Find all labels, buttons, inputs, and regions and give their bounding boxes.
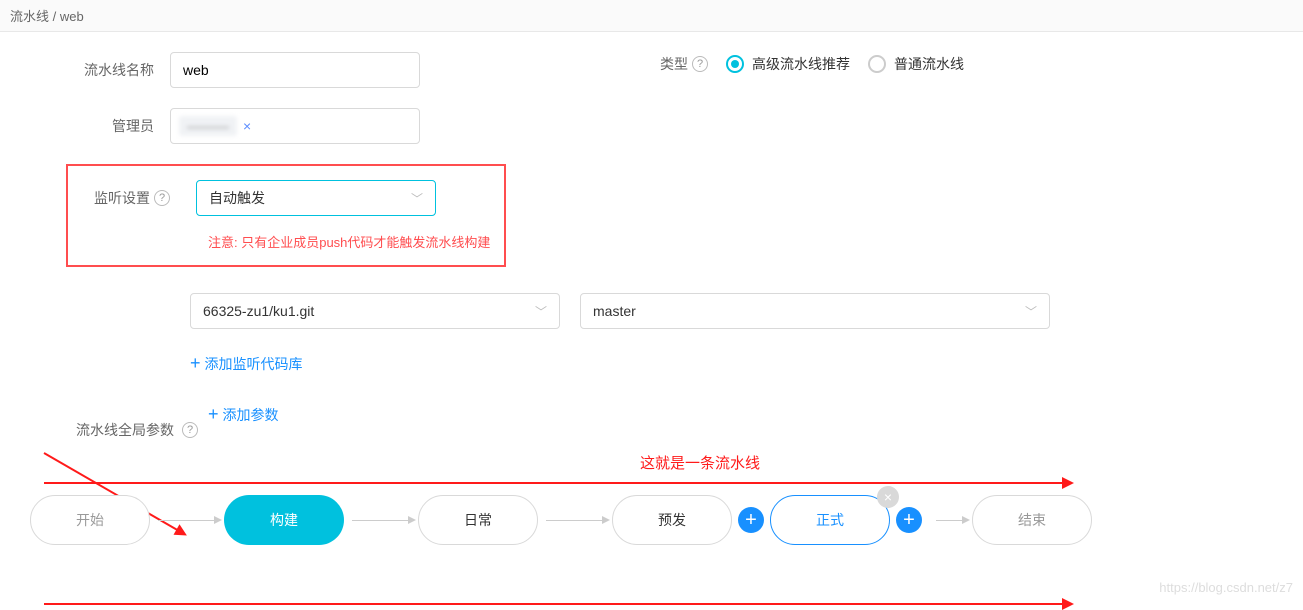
add-repo-link[interactable]: + 添加监听代码库 <box>190 353 303 374</box>
radio-icon-unselected <box>868 55 886 73</box>
watermark: https://blog.csdn.net/z7 <box>1159 580 1293 595</box>
breadcrumb-sep: / <box>53 9 57 24</box>
radio-icon-selected <box>726 55 744 73</box>
stage-prod[interactable]: 正式 × <box>770 495 890 545</box>
stage-build[interactable]: 构建 <box>224 495 344 545</box>
annotation-arrow-bottom <box>44 603 1064 605</box>
delete-stage-button[interactable]: × <box>877 486 899 508</box>
chevron-down-icon: ﹀ <box>535 303 547 320</box>
breadcrumb-root[interactable]: 流水线 <box>10 9 49 24</box>
arrow-icon <box>352 520 410 521</box>
help-icon[interactable]: ? <box>692 56 708 72</box>
listen-label: 监听设置 <box>94 188 150 208</box>
add-stage-button[interactable]: + <box>896 507 922 533</box>
radio-advanced[interactable]: 高级流水线推荐 <box>726 54 850 74</box>
plus-icon: + <box>190 353 201 374</box>
branch-select[interactable]: master ﹀ <box>580 293 1050 329</box>
repo-select[interactable]: 66325-zu1/ku1.git ﹀ <box>190 293 560 329</box>
arrow-icon <box>936 520 964 521</box>
type-label: 类型 <box>660 54 688 74</box>
help-icon[interactable]: ? <box>154 190 170 206</box>
radio-basic[interactable]: 普通流水线 <box>868 54 964 74</box>
annotation-arrow-top <box>44 482 1064 484</box>
listen-trigger-select[interactable]: 自动触发 ﹀ <box>196 180 436 216</box>
type-row: 类型 ? 高级流水线推荐 普通流水线 <box>660 54 964 74</box>
listen-trigger-value: 自动触发 <box>209 188 265 208</box>
stage-pre[interactable]: 预发 <box>612 495 732 545</box>
add-repo-label: 添加监听代码库 <box>205 354 303 374</box>
chevron-down-icon: ﹀ <box>1025 303 1037 320</box>
plus-icon: + <box>903 509 915 532</box>
global-params-label: 流水线全局参数 <box>76 420 174 440</box>
arrow-icon <box>158 520 216 521</box>
close-icon: × <box>884 489 892 505</box>
branch-value: master <box>593 303 636 319</box>
chevron-down-icon: ﹀ <box>411 190 423 207</box>
main-form: 流水线名称 类型 ? 高级流水线推荐 普通流水线 管理员 ——— × <box>0 32 1303 565</box>
add-params-label: 添加参数 <box>223 405 279 425</box>
plus-icon: + <box>208 404 219 425</box>
arrow-icon <box>546 520 604 521</box>
plus-icon: + <box>745 509 757 532</box>
pipeline-diagram: 开始 构建 日常 预发 + 正式 × + 结束 <box>30 495 1263 545</box>
pipeline-name-label: 流水线名称 <box>40 60 170 80</box>
radio-basic-label: 普通流水线 <box>894 54 964 74</box>
add-stage-button[interactable]: + <box>738 507 764 533</box>
annotation-text: 这就是一条流水线 <box>640 452 760 473</box>
listen-warning: 注意: 只有企业成员push代码才能触发流水线构建 <box>208 232 490 251</box>
breadcrumb: 流水线 / web <box>0 0 1303 32</box>
admin-select[interactable]: ——— × <box>170 108 420 144</box>
close-icon[interactable]: × <box>243 118 251 134</box>
stage-start[interactable]: 开始 <box>30 495 150 545</box>
repo-value: 66325-zu1/ku1.git <box>203 303 314 319</box>
admin-label: 管理员 <box>40 116 170 136</box>
add-params-link[interactable]: + 添加参数 <box>208 404 279 425</box>
radio-advanced-label: 高级流水线推荐 <box>752 54 850 74</box>
admin-tag: ——— <box>179 116 237 136</box>
breadcrumb-current: web <box>60 9 84 24</box>
stage-end[interactable]: 结束 <box>972 495 1092 545</box>
stage-daily[interactable]: 日常 <box>418 495 538 545</box>
help-icon[interactable]: ? <box>182 422 198 438</box>
pipeline-name-input[interactable] <box>170 52 420 88</box>
